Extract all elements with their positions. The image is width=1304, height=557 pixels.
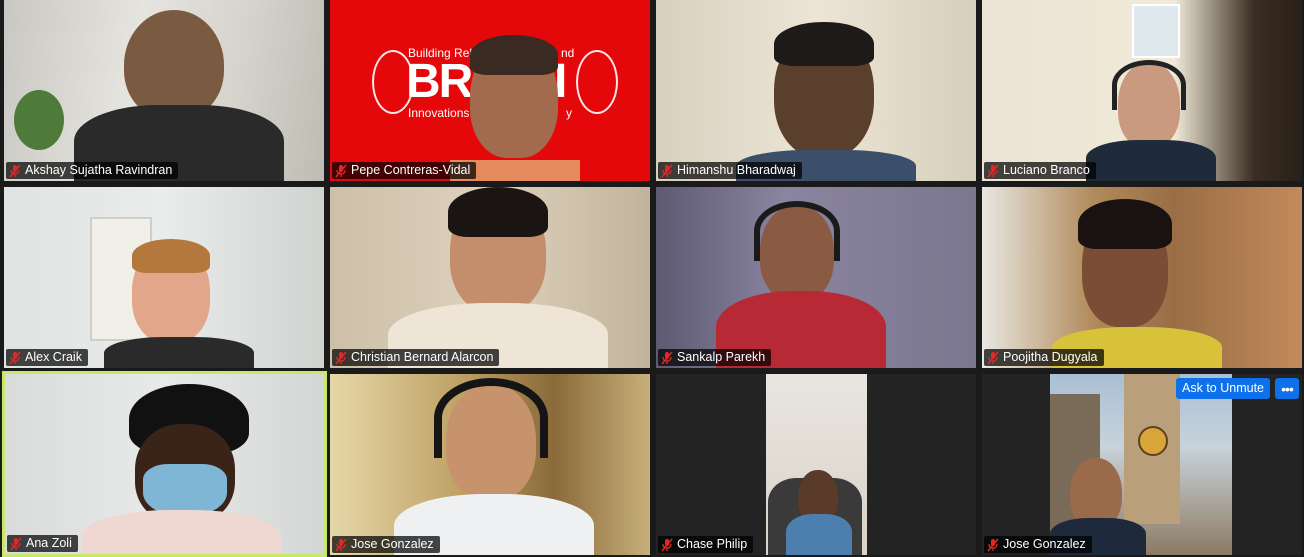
participant-video [982, 187, 1302, 368]
muted-mic-icon [661, 351, 673, 364]
name-tag: Ana Zoli [7, 535, 78, 552]
clock-face [1138, 426, 1168, 456]
participant-tile[interactable]: Chase Philip [656, 374, 976, 555]
person-silhouette [1086, 140, 1216, 181]
participant-name: Christian Bernard Alarcon [351, 350, 494, 364]
muted-mic-icon [10, 537, 22, 550]
headphones [434, 378, 548, 458]
muted-mic-icon [335, 538, 347, 551]
plant [14, 90, 64, 150]
person-silhouette [132, 239, 210, 273]
participant-name: Akshay Sujatha Ravindran [25, 163, 173, 177]
muted-mic-icon [335, 351, 347, 364]
participant-name: Poojitha Dugyala [1003, 350, 1098, 364]
participant-tile-active-speaker[interactable]: Ana Zoli [2, 371, 327, 557]
person-silhouette [774, 22, 874, 66]
name-tag: Pepe Contreras-Vidal [332, 162, 477, 179]
muted-mic-icon [9, 351, 21, 364]
participant-video: Building Reli nd BR I Innovations in y [330, 0, 650, 181]
ask-to-unmute-button[interactable]: Ask to Unmute [1176, 378, 1270, 399]
participant-name: Jose Gonzalez [351, 537, 434, 551]
participant-video [656, 0, 976, 181]
participant-tile[interactable]: Luciano Branco [982, 0, 1302, 181]
participant-video [1050, 374, 1232, 555]
face-mask [143, 464, 227, 516]
participant-video [4, 187, 324, 368]
participant-name: Pepe Contreras-Vidal [351, 163, 471, 177]
participant-tile[interactable]: Building Reli nd BR I Innovations in y P… [330, 0, 650, 181]
participant-name: Sankalp Parekh [677, 350, 766, 364]
name-tag: Luciano Branco [984, 162, 1096, 179]
person-silhouette [1078, 199, 1172, 249]
person-silhouette [448, 187, 548, 237]
person-silhouette [104, 337, 254, 368]
name-tag: Alex Craik [6, 349, 88, 366]
name-tag: Himanshu Bharadwaj [658, 162, 802, 179]
participant-name: Luciano Branco [1003, 163, 1090, 177]
participant-name: Chase Philip [677, 537, 748, 551]
participant-tile[interactable]: Sankalp Parekh [656, 187, 976, 368]
participant-tile[interactable]: Poojitha Dugyala [982, 187, 1302, 368]
participant-video [656, 187, 976, 368]
gallery-view: Akshay Sujatha Ravindran Building Reli n… [0, 0, 1304, 557]
wall-frame [1132, 4, 1180, 58]
participant-name: Alex Craik [25, 350, 82, 364]
person-silhouette [786, 514, 852, 555]
participant-tile[interactable]: Himanshu Bharadwaj [656, 0, 976, 181]
more-options-button[interactable]: ••• [1275, 378, 1299, 399]
muted-mic-icon [9, 164, 21, 177]
person-silhouette [470, 35, 558, 75]
participant-tile[interactable]: Akshay Sujatha Ravindran [4, 0, 324, 181]
muted-mic-icon [987, 164, 999, 177]
muted-mic-icon [987, 351, 999, 364]
headphones [754, 201, 840, 261]
name-tag: Sankalp Parekh [658, 349, 772, 366]
participant-tile[interactable]: Ask to Unmute ••• Jose Gonzalez [982, 374, 1302, 555]
participant-video [330, 374, 650, 555]
participant-name: Ana Zoli [26, 536, 72, 550]
name-tag: Poojitha Dugyala [984, 349, 1104, 366]
participant-name: Himanshu Bharadwaj [677, 163, 796, 177]
name-tag: Chase Philip [658, 536, 754, 553]
participant-tile[interactable]: Christian Bernard Alarcon [330, 187, 650, 368]
muted-mic-icon [661, 538, 673, 551]
brain-right-icon [576, 50, 618, 114]
headphones [1112, 60, 1186, 110]
participant-video [982, 0, 1302, 181]
banner-line2-end: y [566, 106, 572, 120]
participant-name: Jose Gonzalez [1003, 537, 1086, 551]
participant-video [330, 187, 650, 368]
banner-logo: BR [406, 55, 473, 108]
name-tag: Christian Bernard Alarcon [332, 349, 500, 366]
participant-video [766, 374, 867, 555]
name-tag: Jose Gonzalez [984, 536, 1092, 553]
participant-tile[interactable]: Alex Craik [4, 187, 324, 368]
muted-mic-icon [661, 164, 673, 177]
muted-mic-icon [335, 164, 347, 177]
name-tag: Jose Gonzalez [332, 536, 440, 553]
participant-video [4, 0, 324, 181]
participant-video [5, 374, 324, 554]
name-tag: Akshay Sujatha Ravindran [6, 162, 179, 179]
person-silhouette [81, 510, 281, 554]
participant-tile[interactable]: Jose Gonzalez [330, 374, 650, 555]
person-silhouette [124, 10, 224, 120]
muted-mic-icon [987, 538, 999, 551]
